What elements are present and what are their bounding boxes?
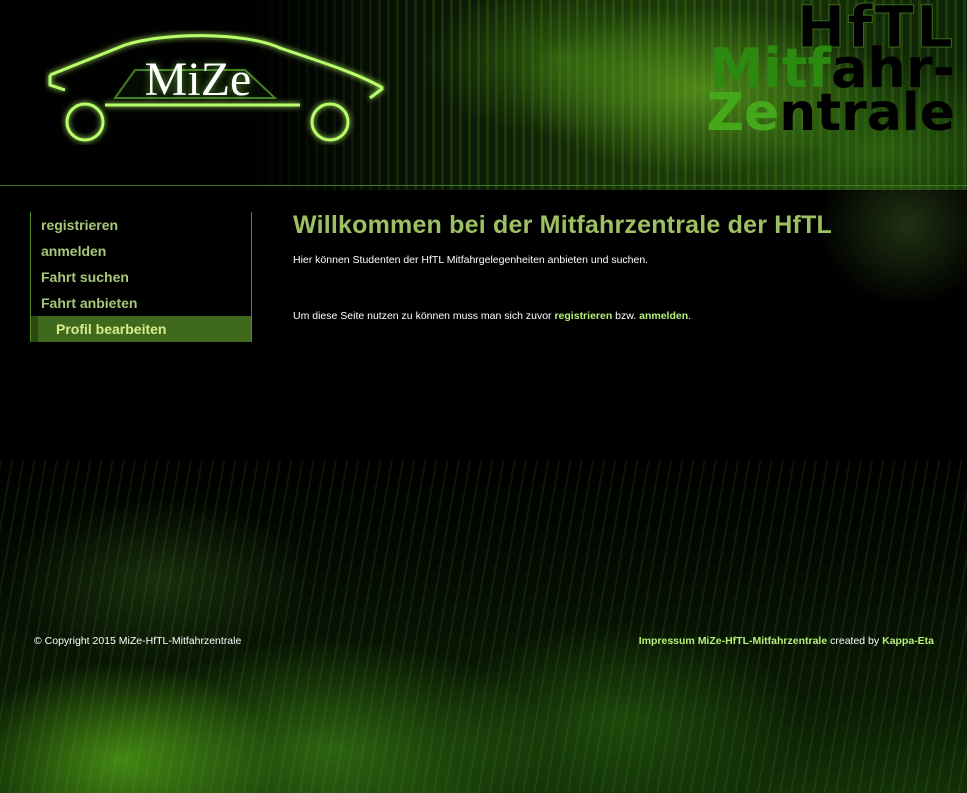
login-hint: Um diese Seite nutzen zu können muss man… [293, 310, 933, 322]
brand-line-zentrale-green: Ze [706, 83, 780, 143]
brand-line-zentrale: Zentrale [706, 87, 955, 139]
sidebar-nav: registrieren anmelden Fahrt suchen Fahrt… [30, 212, 252, 342]
login-hint-middle: bzw. [612, 310, 640, 322]
mize-logo[interactable]: MiZe [45, 30, 390, 145]
login-link[interactable]: anmelden [639, 310, 688, 322]
sidebar-item-fahrt-anbieten[interactable]: Fahrt anbieten [31, 290, 251, 316]
footer-copyright: © Copyright 2015 MiZe-HfTL-Mitfahrzentra… [34, 635, 242, 647]
sidebar-item-profil-bearbeiten[interactable]: Profil bearbeiten [31, 316, 251, 342]
impressum-link[interactable]: Impressum MiZe-HfTL-Mitfahrzentrale [639, 635, 827, 647]
created-by-text: created by [827, 635, 883, 647]
logo-text: MiZe [144, 53, 252, 106]
login-hint-suffix: . [688, 310, 692, 322]
main-content: Willkommen bei der Mitfahrzentrale der H… [293, 211, 933, 322]
sidebar-item-fahrt-suchen[interactable]: Fahrt suchen [31, 264, 251, 290]
brand-line-zentrale-dark: ntrale [779, 83, 955, 143]
header-divider [0, 185, 967, 186]
site-brand-title: HfTL Mitfahr- Zentrale [706, 0, 955, 139]
sidebar-item-registrieren[interactable]: registrieren [31, 212, 251, 238]
sidebar-item-anmelden[interactable]: anmelden [31, 238, 251, 264]
footer-credits: Impressum MiZe-HfTL-Mitfahrzentrale crea… [639, 635, 934, 647]
author-link[interactable]: Kappa-Eta [882, 635, 934, 647]
register-link[interactable]: registrieren [554, 310, 612, 322]
intro-text: Hier können Studenten der HfTL Mitfahrge… [293, 254, 649, 266]
background-texture-bottom [0, 460, 967, 793]
login-hint-prefix: Um diese Seite nutzen zu können muss man… [293, 310, 555, 322]
page-title: Willkommen bei der Mitfahrzentrale der H… [293, 211, 833, 239]
